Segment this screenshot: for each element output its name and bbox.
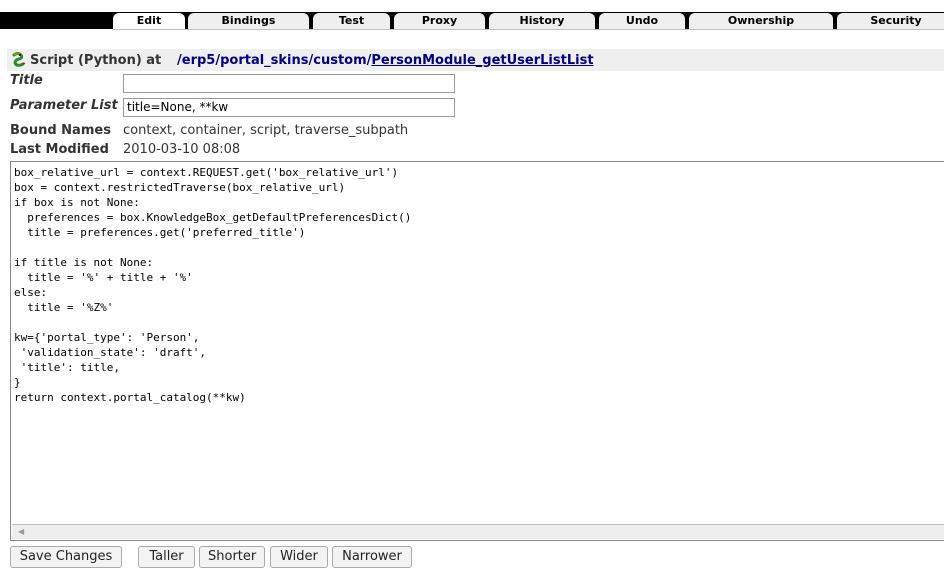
breadcrumb-portal-skins[interactable]: portal_skins bbox=[220, 53, 308, 68]
parameter-list-label: Parameter List bbox=[10, 98, 118, 113]
tab-test[interactable]: Test bbox=[313, 13, 390, 29]
breadcrumb: /erp5/portal_skins/custom/PersonModule_g… bbox=[177, 53, 594, 68]
tab-underline bbox=[113, 29, 944, 30]
title-label: Title bbox=[10, 73, 43, 88]
parameter-list-input[interactable] bbox=[123, 98, 455, 117]
object-header: Script (Python) at /erp5/portal_skins/cu… bbox=[7, 49, 944, 71]
breadcrumb-erp5[interactable]: /erp5 bbox=[177, 53, 215, 68]
script-code[interactable]: box_relative_url = context.REQUEST.get('… bbox=[14, 165, 411, 405]
horizontal-scrollbar[interactable]: ◀ bbox=[12, 524, 944, 539]
tab-proxy[interactable]: Proxy bbox=[394, 13, 485, 29]
bound-names-label: Bound Names bbox=[10, 123, 111, 138]
script-body-textarea[interactable]: box_relative_url = context.REQUEST.get('… bbox=[10, 161, 944, 541]
last-modified-value: 2010-03-10 08:08 bbox=[123, 142, 241, 157]
title-input[interactable] bbox=[123, 74, 455, 93]
tab-bindings[interactable]: Bindings bbox=[188, 13, 309, 29]
tab-security[interactable]: Security bbox=[837, 13, 944, 29]
last-modified-label: Last Modified bbox=[10, 142, 109, 157]
tab-undo[interactable]: Undo bbox=[599, 13, 685, 29]
breadcrumb-current-script[interactable]: PersonModule_getUserListList bbox=[371, 53, 593, 68]
bound-names-value: context, container, script, traverse_sub… bbox=[123, 123, 409, 138]
tab-edit[interactable]: Edit bbox=[113, 13, 185, 29]
scroll-left-icon[interactable]: ◀ bbox=[18, 527, 24, 536]
tab-bar: Edit Bindings Test Proxy History Undo Ow… bbox=[0, 12, 944, 29]
breadcrumb-custom[interactable]: custom bbox=[313, 53, 366, 68]
python-script-icon bbox=[12, 52, 26, 67]
tab-ownership[interactable]: Ownership bbox=[689, 13, 833, 29]
object-type-label: Script (Python) at bbox=[30, 53, 162, 68]
tab-history[interactable]: History bbox=[489, 13, 595, 29]
